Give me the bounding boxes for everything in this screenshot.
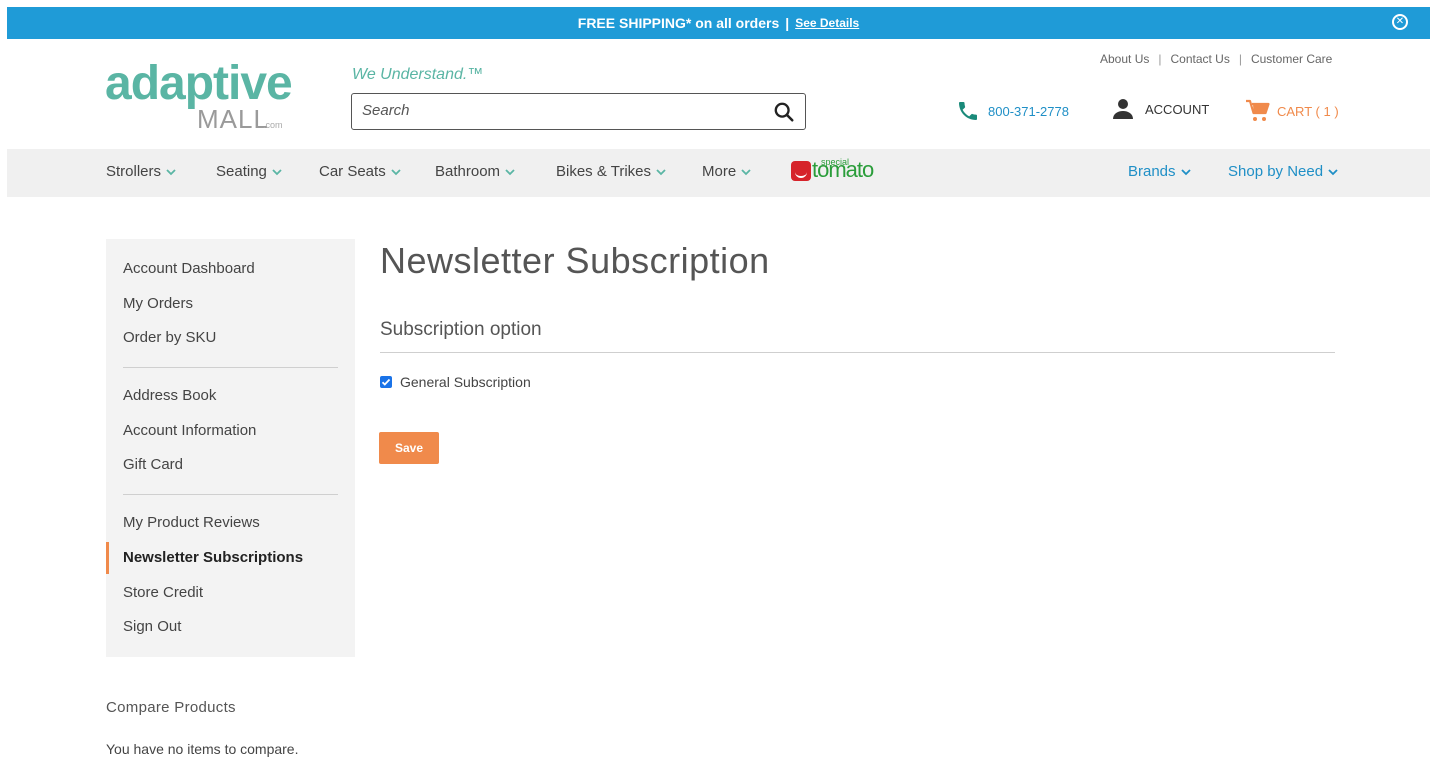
sidebar-divider bbox=[123, 367, 338, 368]
link-divider: | bbox=[1238, 52, 1242, 66]
cart-label: CART ( 1 ) bbox=[1277, 103, 1339, 119]
user-icon bbox=[1113, 99, 1133, 119]
link-divider: | bbox=[1158, 52, 1162, 66]
general-subscription-checkbox[interactable] bbox=[380, 376, 392, 388]
nav-label: Bikes & Trikes bbox=[556, 163, 652, 180]
chevron-down-icon bbox=[166, 168, 176, 175]
promo-bar: FREE SHIPPING* on all orders | See Detai… bbox=[7, 7, 1430, 39]
sidebar-item-order-by-sku[interactable]: Order by SKU bbox=[123, 329, 216, 346]
chevron-down-icon bbox=[656, 168, 666, 175]
nav-label: Car Seats bbox=[319, 163, 386, 180]
nav-item-strollers[interactable]: Strollers bbox=[106, 163, 176, 180]
nav-item-more[interactable]: More bbox=[702, 163, 751, 180]
sidebar-item-my-product-reviews[interactable]: My Product Reviews bbox=[123, 514, 260, 531]
cart-icon bbox=[1246, 99, 1270, 121]
section-divider bbox=[380, 352, 1335, 353]
chevron-down-icon bbox=[741, 168, 751, 175]
contact-us-link[interactable]: Contact Us bbox=[1170, 52, 1229, 66]
phone-icon bbox=[959, 102, 977, 120]
sidebar-item-address-book[interactable]: Address Book bbox=[123, 387, 216, 404]
nav-label: Brands bbox=[1128, 163, 1176, 180]
checkbox-label: General Subscription bbox=[400, 374, 531, 390]
close-circle-icon[interactable]: ✕ bbox=[1392, 14, 1408, 30]
general-subscription-option[interactable]: General Subscription bbox=[380, 374, 531, 390]
save-button[interactable]: Save bbox=[379, 432, 439, 464]
sidebar-item-my-orders[interactable]: My Orders bbox=[123, 295, 193, 312]
search-input[interactable] bbox=[362, 102, 762, 119]
sidebar-item-store-credit[interactable]: Store Credit bbox=[123, 584, 203, 601]
customer-care-link[interactable]: Customer Care bbox=[1251, 52, 1332, 66]
sidebar-divider bbox=[123, 494, 338, 495]
active-indicator bbox=[106, 542, 109, 574]
sidebar-item-account-dashboard[interactable]: Account Dashboard bbox=[123, 260, 255, 277]
phone-number: 800-371-2778 bbox=[988, 103, 1069, 119]
logo-word-adaptive: adaptive bbox=[105, 57, 293, 110]
nav-label: Strollers bbox=[106, 163, 162, 180]
logo-word-mall: MALL bbox=[197, 104, 269, 134]
chevron-down-icon bbox=[272, 168, 282, 175]
tagline: We Understand.™ bbox=[352, 66, 484, 83]
nav-item-seating[interactable]: Seating bbox=[216, 163, 282, 180]
logo-word-com: .com bbox=[263, 120, 283, 130]
nav-label: More bbox=[702, 163, 737, 180]
tomato-badge-icon bbox=[791, 161, 811, 181]
nav-item-bathroom[interactable]: Bathroom bbox=[435, 163, 515, 180]
search-icon[interactable] bbox=[773, 101, 795, 123]
chevron-down-icon bbox=[1180, 168, 1191, 175]
section-title: Subscription option bbox=[380, 319, 542, 340]
special-tomato-logo[interactable]: special tomato bbox=[791, 157, 874, 181]
sidebar-item-account-information[interactable]: Account Information bbox=[123, 422, 256, 439]
nav-item-bikes-trikes[interactable]: Bikes & Trikes bbox=[556, 163, 666, 180]
compare-products-title: Compare Products bbox=[106, 699, 236, 716]
promo-text: FREE SHIPPING* on all orders bbox=[577, 15, 780, 31]
phone-link[interactable]: 800-371-2778 bbox=[956, 99, 1069, 123]
nav-item-shop-by-need[interactable]: Shop by Need bbox=[1228, 163, 1338, 180]
chevron-down-icon bbox=[391, 168, 401, 175]
checkmark-icon bbox=[381, 378, 391, 386]
tomato-small-text: special bbox=[821, 157, 850, 167]
account-link[interactable]: ACCOUNT bbox=[1111, 97, 1209, 121]
sidebar-item-sign-out[interactable]: Sign Out bbox=[123, 618, 181, 635]
promo-separator: | bbox=[785, 15, 790, 31]
sidebar-item-newsletter-subscriptions[interactable]: Newsletter Subscriptions bbox=[123, 549, 303, 566]
sidebar-item-gift-card[interactable]: Gift Card bbox=[123, 456, 183, 473]
cart-link[interactable]: CART ( 1 ) bbox=[1245, 99, 1339, 123]
see-details-link[interactable]: See Details bbox=[795, 16, 859, 30]
main-nav: Strollers Seating Car Seats Bathroom Bik… bbox=[7, 149, 1430, 197]
chevron-down-icon bbox=[505, 168, 515, 175]
nav-label: Shop by Need bbox=[1228, 163, 1324, 180]
account-sidebar: Account Dashboard My Orders Order by SKU… bbox=[106, 239, 355, 657]
page-title: Newsletter Subscription bbox=[380, 240, 770, 281]
site-logo[interactable]: adaptive MALL .com bbox=[105, 60, 295, 135]
nav-label: Seating bbox=[216, 163, 267, 180]
nav-item-car-seats[interactable]: Car Seats bbox=[319, 163, 401, 180]
compare-empty-text: You have no items to compare. bbox=[106, 741, 299, 757]
chevron-down-icon bbox=[1328, 168, 1338, 175]
about-us-link[interactable]: About Us bbox=[1100, 52, 1149, 66]
account-label: ACCOUNT bbox=[1145, 101, 1210, 117]
top-links: About Us | Contact Us | Customer Care bbox=[1100, 52, 1332, 66]
search-box[interactable] bbox=[351, 93, 806, 130]
nav-item-brands[interactable]: Brands bbox=[1128, 163, 1191, 180]
nav-label: Bathroom bbox=[435, 163, 501, 180]
